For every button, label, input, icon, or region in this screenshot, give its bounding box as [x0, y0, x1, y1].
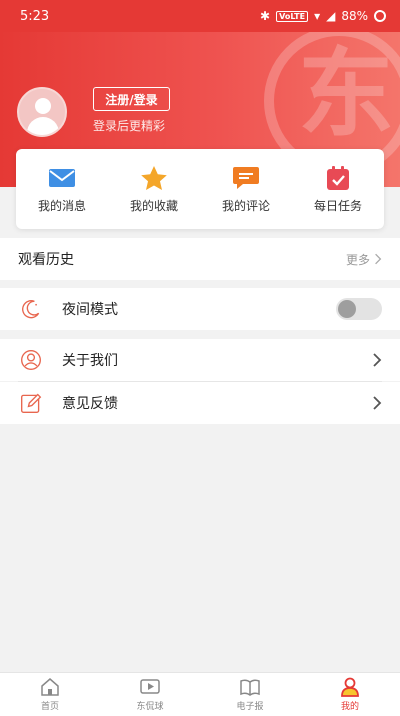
quick-action-label: 我的评论	[221, 198, 270, 213]
tab-newspaper[interactable]: 电子报	[200, 673, 300, 716]
task-icon	[327, 165, 349, 190]
quick-action-label: 我的消息	[37, 198, 86, 213]
night-mode-label: 夜间模式	[62, 302, 118, 318]
quick-action-label: 每日任务	[313, 198, 362, 213]
tab-label: 我的	[340, 702, 359, 712]
bottom-tab-bar: 首页 东侃球 电子报 我的	[0, 672, 400, 716]
quick-action-daily-tasks[interactable]: 每日任务	[292, 149, 384, 229]
comment-icon	[233, 166, 259, 189]
quick-action-comments[interactable]: 我的评论	[200, 149, 292, 229]
user-icon	[341, 677, 359, 697]
login-register-button[interactable]: 注册/登录	[93, 87, 170, 111]
avatar-body	[27, 117, 59, 135]
login-tip: 登录后更精彩	[93, 119, 166, 133]
status-icons: ✱ VoLTE ▾ ◢ 88%	[260, 9, 386, 23]
tab-home[interactable]: 首页	[0, 673, 100, 716]
home-icon	[41, 678, 59, 696]
night-mode-row: 夜间模式	[0, 288, 400, 330]
watch-history-title: 观看历史	[18, 249, 74, 269]
tab-label: 电子报	[236, 702, 264, 712]
quick-actions-card: 我的消息 我的收藏 我的评论 每日任务	[16, 149, 384, 229]
battery-icon	[374, 10, 386, 22]
toggle-knob	[338, 300, 356, 318]
night-mode-toggle[interactable]	[336, 298, 382, 320]
moon-icon	[18, 296, 44, 322]
about-us-row[interactable]: 关于我们	[0, 339, 400, 381]
tab-label: 首页	[40, 702, 59, 712]
mail-icon	[49, 168, 75, 187]
bluetooth-icon: ✱	[260, 9, 271, 23]
chevron-right-icon	[373, 353, 382, 367]
wifi-icon: ▾	[314, 9, 321, 23]
status-time: 5:23	[20, 8, 50, 24]
tab-mine[interactable]: 我的	[300, 673, 400, 716]
user-circle-icon	[18, 347, 44, 373]
newspaper-icon	[240, 679, 260, 696]
feedback-label: 意见反馈	[62, 396, 118, 412]
star-icon	[141, 165, 167, 190]
avatar-head	[35, 98, 51, 114]
chevron-right-icon	[373, 396, 382, 410]
status-bar: 5:23 ✱ VoLTE ▾ ◢ 88%	[0, 0, 400, 32]
edit-icon	[18, 390, 44, 416]
chevron-right-icon	[375, 253, 382, 265]
logo-watermark: 东	[298, 37, 394, 150]
video-icon	[140, 679, 160, 694]
quick-action-favorites[interactable]: 我的收藏	[108, 149, 200, 229]
feedback-row[interactable]: 意见反馈	[0, 382, 400, 424]
quick-action-messages[interactable]: 我的消息	[16, 149, 108, 229]
battery-text: 88%	[341, 9, 368, 23]
volte-badge: VoLTE	[276, 10, 309, 22]
tab-label: 东侃球	[136, 702, 164, 712]
signal-icon: ◢	[326, 9, 336, 23]
about-us-label: 关于我们	[62, 353, 118, 369]
watch-history-row[interactable]: 观看历史 更多	[0, 238, 400, 280]
tab-dongkanqiu[interactable]: 东侃球	[100, 673, 200, 716]
avatar[interactable]	[17, 87, 67, 137]
more-link[interactable]: 更多	[346, 251, 382, 268]
quick-action-label: 我的收藏	[129, 198, 178, 213]
